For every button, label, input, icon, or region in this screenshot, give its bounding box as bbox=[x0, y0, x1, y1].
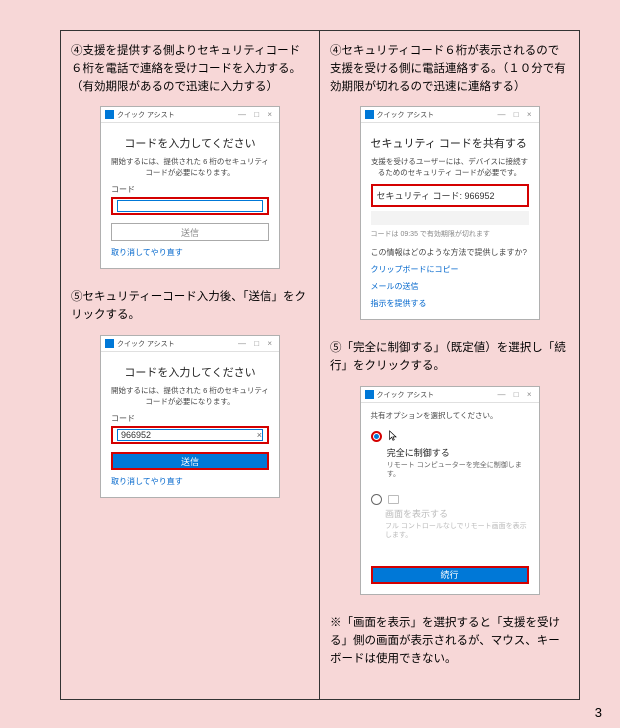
code-label: コード bbox=[111, 413, 269, 424]
code-input[interactable]: 966952 bbox=[117, 429, 263, 441]
window-controls[interactable]: — □ × bbox=[498, 110, 535, 119]
app-icon bbox=[365, 110, 374, 119]
titlebar: クイック アシスト — □ × bbox=[361, 107, 539, 123]
step4-right-text: ④セキュリティコード６桁が表示されるので支援を受ける側に電話連絡する。（１０分で… bbox=[330, 43, 569, 96]
option-full-control[interactable] bbox=[371, 430, 529, 442]
provide-instructions-link[interactable]: 指示を提供する bbox=[371, 298, 529, 309]
step4-left-text: ④支援を提供する側よりセキュリティコード６桁を電話で連絡を受けコードを入力する。… bbox=[71, 43, 309, 96]
window-title: クイック アシスト bbox=[377, 390, 498, 400]
code-input-highlight[interactable]: 966952 × bbox=[111, 426, 269, 444]
opt1-title: 完全に制御する bbox=[387, 446, 529, 459]
dialog-desc: 開始するには、提供された 6 桁のセキュリティ コードが必要になります。 bbox=[111, 157, 269, 178]
radio-unselected-icon[interactable] bbox=[371, 494, 382, 505]
titlebar: クイック アシスト — □ × bbox=[101, 336, 279, 352]
send-email-link[interactable]: メールの送信 bbox=[371, 281, 529, 292]
copy-clipboard-link[interactable]: クリップボードにコピー bbox=[371, 264, 529, 275]
note-text: ※「画面を表示」を選択すると「支援を受ける」側の画面が表示されるが、マウス、キー… bbox=[330, 615, 569, 668]
security-code-label: セキュリティ コード: 966952 bbox=[377, 191, 495, 201]
code-input-highlight[interactable] bbox=[111, 197, 269, 215]
dialog-desc: 開始するには、提供された 6 桁のセキュリティ コードが必要になります。 bbox=[111, 386, 269, 407]
continue-button[interactable]: 続行 bbox=[371, 566, 529, 584]
window-controls[interactable]: — □ × bbox=[238, 110, 275, 119]
cursor-icon bbox=[388, 430, 398, 442]
quick-assist-window-code-filled: クイック アシスト — □ × コードを入力してください 開始するには、提供され… bbox=[100, 335, 280, 498]
app-icon bbox=[105, 110, 114, 119]
security-code-highlight: セキュリティ コード: 966952 bbox=[371, 184, 529, 207]
cancel-link[interactable]: 取り消してやり直す bbox=[111, 476, 269, 487]
opt2-title: 画面を表示する bbox=[385, 507, 529, 520]
dialog-heading: 共有オプションを選択してください。 bbox=[371, 411, 529, 422]
code-label: コード bbox=[111, 184, 269, 195]
send-button-disabled[interactable]: 送信 bbox=[111, 223, 269, 241]
titlebar: クイック アシスト — □ × bbox=[361, 387, 539, 403]
opt2-desc: フル コントロールなしでリモート画面を表示します。 bbox=[385, 522, 529, 540]
expire-text: コードは 09:35 で有効期限が切れます bbox=[371, 229, 529, 239]
step5-left-text: ⑤セキュリティーコード入力後、「送信」をクリックする。 bbox=[71, 289, 309, 325]
step5-right-text: ⑤「完全に制御する」（既定値）を選択し「続行」をクリックする。 bbox=[330, 340, 569, 376]
quick-assist-window-code-empty: クイック アシスト — □ × コードを入力してください 開始するには、提供され… bbox=[100, 106, 280, 269]
screen-icon bbox=[388, 495, 399, 504]
cancel-link[interactable]: 取り消してやり直す bbox=[111, 247, 269, 258]
option-view-screen-body: 画面を表示する フル コントロールなしでリモート画面を表示します。 bbox=[371, 507, 529, 540]
app-icon bbox=[365, 390, 374, 399]
code-input[interactable] bbox=[117, 200, 263, 212]
app-icon bbox=[105, 339, 114, 348]
window-controls[interactable]: — □ × bbox=[498, 390, 535, 399]
radio-selected-icon[interactable] bbox=[371, 431, 382, 442]
opt1-desc: リモート コンピューターを完全に制御します。 bbox=[387, 461, 529, 479]
option-full-control-body: 完全に制御する リモート コンピューターを完全に制御します。 bbox=[371, 446, 529, 479]
send-button[interactable]: 送信 bbox=[111, 452, 269, 470]
share-strip bbox=[371, 211, 529, 225]
titlebar: クイック アシスト — □ × bbox=[101, 107, 279, 123]
dialog-desc: 支援を受けるユーザーには、デバイスに接続するためのセキュリティ コードが必要です… bbox=[371, 157, 529, 178]
window-controls[interactable]: — □ × bbox=[238, 339, 275, 348]
window-title: クイック アシスト bbox=[377, 110, 498, 120]
window-title: クイック アシスト bbox=[117, 110, 238, 120]
quick-assist-window-share-code: クイック アシスト — □ × セキュリティ コードを共有する 支援を受けるユー… bbox=[360, 106, 540, 320]
share-question: この情報はどのような方法で提供しますか? bbox=[371, 247, 529, 258]
page-number: 3 bbox=[595, 705, 602, 720]
window-title: クイック アシスト bbox=[117, 339, 238, 349]
left-column: ④支援を提供する側よりセキュリティコード６桁を電話で連絡を受けコードを入力する。… bbox=[61, 31, 320, 699]
dialog-heading: コードを入力してください bbox=[111, 135, 269, 151]
right-column: ④セキュリティコード６桁が表示されるので支援を受ける側に電話連絡する。（１０分で… bbox=[320, 31, 579, 699]
content-frame: ④支援を提供する側よりセキュリティコード６桁を電話で連絡を受けコードを入力する。… bbox=[60, 30, 580, 700]
option-view-screen[interactable] bbox=[371, 493, 529, 505]
quick-assist-window-share-options: クイック アシスト — □ × 共有オプションを選択してください。 bbox=[360, 386, 540, 595]
dialog-heading: コードを入力してください bbox=[111, 364, 269, 380]
clear-icon[interactable]: × bbox=[257, 430, 262, 440]
dialog-heading: セキュリティ コードを共有する bbox=[371, 135, 529, 151]
